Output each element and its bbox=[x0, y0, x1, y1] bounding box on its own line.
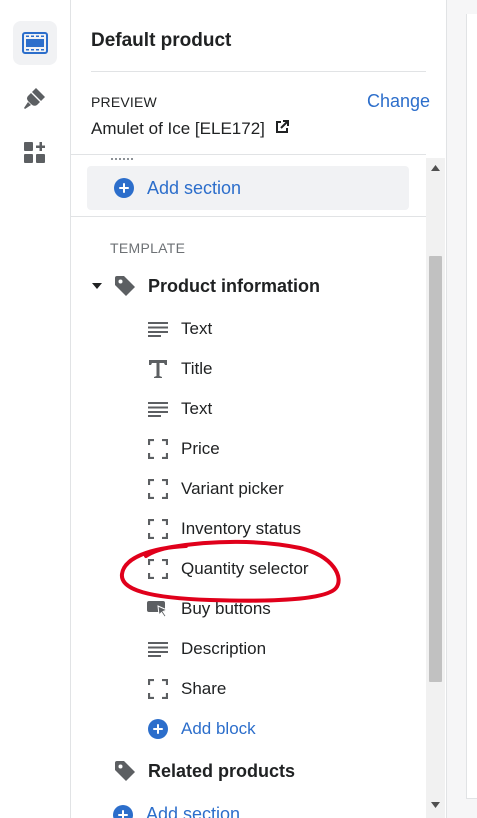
section-related-products[interactable]: Related products bbox=[113, 757, 295, 785]
divider bbox=[91, 71, 426, 72]
icon-rail bbox=[0, 0, 71, 818]
block-buy-buttons[interactable]: Buy buttons bbox=[147, 595, 271, 623]
text-lines-icon bbox=[147, 318, 169, 340]
add-section-label: Add section bbox=[146, 804, 241, 818]
caret-down-icon[interactable] bbox=[91, 282, 107, 290]
block-variant-picker[interactable]: Variant picker bbox=[147, 475, 284, 503]
bottom-add-section-button[interactable]: Add section bbox=[113, 804, 413, 818]
add-block-button[interactable]: Add block bbox=[147, 715, 256, 743]
dashed-square-icon bbox=[147, 478, 169, 500]
tag-icon bbox=[113, 274, 137, 298]
section-label: Product information bbox=[148, 275, 320, 296]
block-inventory-status[interactable]: Inventory status bbox=[147, 515, 301, 543]
block-label: Quantity selector bbox=[181, 559, 309, 578]
section-product-information[interactable]: Product information bbox=[91, 272, 320, 300]
block-label: Title bbox=[181, 359, 213, 378]
page-title: Default product bbox=[91, 30, 232, 51]
sections-panel: Default product PREVIEW Change Amulet of… bbox=[71, 0, 447, 818]
dashed-square-icon bbox=[147, 558, 169, 580]
template-heading: TEMPLATE bbox=[110, 240, 186, 256]
block-label: Buy buttons bbox=[181, 599, 271, 618]
divider bbox=[71, 216, 426, 217]
text-lines-icon bbox=[147, 398, 169, 420]
block-text[interactable]: Text bbox=[147, 315, 212, 343]
block-title[interactable]: Title bbox=[147, 355, 213, 383]
add-section-button[interactable]: Add section bbox=[87, 166, 409, 210]
add-block-label: Add block bbox=[181, 719, 256, 738]
tag-icon bbox=[113, 759, 137, 783]
scroll-down-arrow-icon[interactable] bbox=[429, 799, 442, 811]
scroll-up-arrow-icon[interactable] bbox=[429, 162, 442, 174]
block-share[interactable]: Share bbox=[147, 675, 226, 703]
change-preview-link[interactable]: Change bbox=[367, 91, 430, 112]
app-embeds-rail-button[interactable] bbox=[13, 131, 57, 175]
preview-product[interactable]: Amulet of Ice [ELE172] bbox=[91, 119, 289, 139]
text-lines-icon bbox=[147, 638, 169, 660]
block-label: Description bbox=[181, 639, 267, 658]
theme-settings-icon bbox=[22, 85, 48, 111]
bottom-add-section-clip: Add section bbox=[113, 802, 413, 818]
scrollbar-thumb[interactable] bbox=[429, 256, 442, 682]
add-section-label: Add section bbox=[147, 177, 242, 198]
block-price[interactable]: Price bbox=[147, 435, 220, 463]
block-quantity-selector[interactable]: Quantity selector bbox=[147, 555, 309, 583]
block-label: Text bbox=[181, 319, 213, 338]
title-t-icon bbox=[147, 358, 169, 380]
section-label: Related products bbox=[148, 760, 296, 781]
theme-settings-rail-button[interactable] bbox=[13, 76, 57, 120]
block-label: Text bbox=[181, 399, 213, 418]
preview-label: PREVIEW bbox=[91, 94, 157, 110]
block-label: Inventory status bbox=[181, 519, 302, 538]
dashed-square-icon bbox=[147, 518, 169, 540]
preview-product-name: Amulet of Ice [ELE172] bbox=[91, 119, 265, 138]
block-label: Price bbox=[181, 439, 220, 458]
add-circle-icon bbox=[114, 178, 134, 198]
add-circle-icon bbox=[113, 804, 133, 818]
app-embeds-icon bbox=[22, 140, 48, 166]
dashed-square-icon bbox=[147, 438, 169, 460]
block-label: Variant picker bbox=[181, 479, 284, 498]
preview-frame-edge bbox=[466, 14, 477, 799]
sections-icon bbox=[22, 32, 48, 54]
buy-buttons-icon bbox=[147, 598, 169, 620]
dashed-square-icon bbox=[147, 678, 169, 700]
add-circle-icon bbox=[148, 719, 168, 739]
block-description[interactable]: Description bbox=[147, 635, 266, 663]
block-text[interactable]: Text bbox=[147, 395, 212, 423]
add-circle-icon-wrap bbox=[147, 718, 169, 740]
external-link-icon[interactable] bbox=[275, 119, 289, 139]
clipped-item-hint bbox=[111, 155, 133, 160]
block-label: Share bbox=[181, 679, 227, 698]
sections-rail-button[interactable] bbox=[13, 21, 57, 65]
